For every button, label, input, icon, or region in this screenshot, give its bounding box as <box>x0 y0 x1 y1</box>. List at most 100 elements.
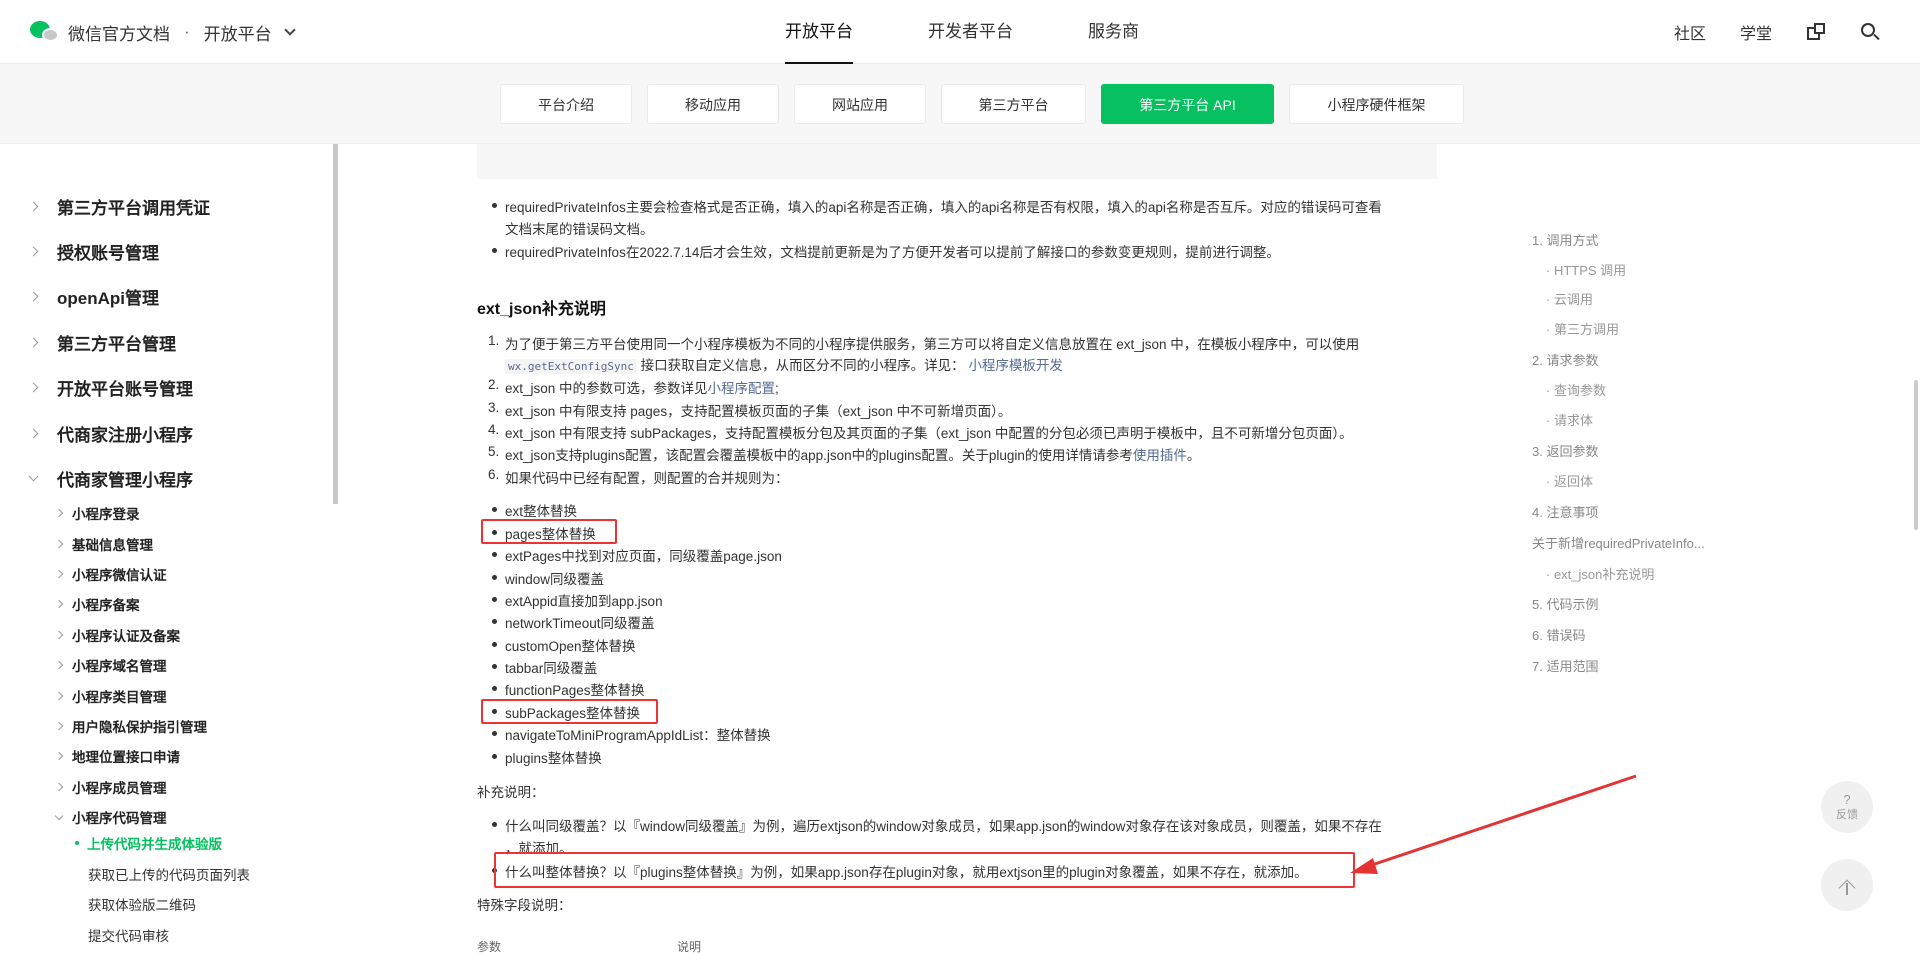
tab-website-app[interactable]: 网站应用 <box>794 84 926 124</box>
sidebar-item-auth-accounts[interactable]: 授权账号管理 <box>28 239 159 263</box>
ordered-num: 4. <box>488 422 500 437</box>
sidebar-leaf[interactable]: 获取体验版二维码 <box>88 894 196 914</box>
chevron-right-icon <box>54 782 64 792</box>
sidebar-item-register-miniprogram[interactable]: 代商家注册小程序 <box>28 421 193 445</box>
annotation-box-pages <box>481 519 617 544</box>
question-icon: ? <box>1843 791 1851 807</box>
ordered-item-1-cont: wx.getExtConfigSync 接口获取自定义信息，从而区分不同的小程序… <box>505 354 1063 374</box>
use-plugin-link[interactable]: 使用插件 <box>1133 448 1187 463</box>
annotation-box-overwrite <box>494 852 1355 888</box>
chevron-right-icon <box>54 660 64 670</box>
platform-switch[interactable]: 开放平台 <box>204 20 272 45</box>
sub-navbar: 平台介绍 移动应用 网站应用 第三方平台 第三方平台 API 小程序硬件框架 <box>0 64 1920 144</box>
sidebar-subitem[interactable]: 小程序成员管理 <box>54 777 167 797</box>
chevron-right-icon <box>54 539 64 549</box>
note-item-cont: 文档末尾的错误码文档。 <box>505 222 654 237</box>
ordered-item-6: 如果代码中已经有配置，则配置的合并规则为： <box>505 471 789 486</box>
supplement-label: 补充说明： <box>477 785 545 800</box>
sidebar-subitem-code-manage[interactable]: 小程序代码管理 <box>54 807 167 827</box>
sidebar-item-manage-miniprogram[interactable]: 代商家管理小程序 <box>28 466 193 490</box>
rule-item: networkTimeout同级覆盖 <box>492 612 655 632</box>
wechat-logo-icon <box>30 19 60 45</box>
nav-developer-platform[interactable]: 开发者平台 <box>913 0 1028 64</box>
back-to-top-button[interactable] <box>1821 859 1873 911</box>
tab-third-party-api[interactable]: 第三方平台 API <box>1101 84 1274 124</box>
brand-separator: · <box>184 22 190 41</box>
sub-tabs: 平台介绍 移动应用 网站应用 第三方平台 第三方平台 API 小程序硬件框架 <box>500 84 1464 124</box>
sidebar-subitem[interactable]: 地理位置接口申请 <box>54 746 180 766</box>
sidebar-subitem[interactable]: 小程序类目管理 <box>54 686 167 706</box>
toc-entry[interactable]: · 返回体 <box>1546 471 1593 490</box>
search-icon[interactable] <box>1860 22 1880 42</box>
table-header-desc: 说明 <box>677 940 702 953</box>
chevron-right-icon <box>28 428 39 438</box>
sidebar-item-credentials[interactable]: 第三方平台调用凭证 <box>28 194 210 218</box>
academy-link[interactable]: 学堂 <box>1740 20 1772 44</box>
ordered-num: 3. <box>488 400 500 415</box>
toc-entry[interactable]: · HTTPS 调用 <box>1546 260 1626 279</box>
ordered-item-5: ext_json支持plugins配置，该配置会覆盖模板中的app.json中的… <box>505 448 1201 463</box>
toc-entry[interactable]: · 云调用 <box>1546 289 1593 308</box>
note-item: requiredPrivateInfos在2022.7.14后才会生效，文档提前… <box>492 241 1280 261</box>
community-link[interactable]: 社区 <box>1674 20 1706 44</box>
chevron-down-icon[interactable] <box>284 24 296 36</box>
top-right-actions: 社区 学堂 <box>1674 0 1880 64</box>
miniprogram-config-link[interactable]: 小程序配置 <box>708 381 776 396</box>
sidebar-subitem[interactable]: 小程序微信认证 <box>54 564 167 584</box>
sidebar-subitem[interactable]: 基础信息管理 <box>54 534 153 554</box>
sidebar-leaf[interactable]: 获取已上传的代码页面列表 <box>88 864 250 884</box>
toc-entry[interactable]: 7. 适用范围 <box>1532 656 1598 675</box>
rule-item: ext整体替换 <box>491 500 577 520</box>
chevron-right-icon <box>28 337 39 347</box>
tab-platform-intro[interactable]: 平台介绍 <box>500 84 632 124</box>
sidebar-subitem[interactable]: 小程序域名管理 <box>54 655 167 675</box>
toc-entry[interactable]: 3. 返回参数 <box>1532 441 1598 460</box>
chevron-right-icon <box>54 508 64 518</box>
ordered-num: 2. <box>488 377 500 392</box>
page-scrollbar[interactable] <box>1914 380 1918 530</box>
supplement-item: 什么叫同级覆盖？以『window同级覆盖』为例，遍历extjson的window… <box>492 815 1382 835</box>
inline-code: wx.getExtConfigSync <box>505 359 637 374</box>
external-tools-icon[interactable] <box>1806 22 1826 42</box>
ordered-item-2: ext_json 中的参数可选，参数详见小程序配置; <box>505 381 779 396</box>
sidebar-subitem[interactable]: 小程序备案 <box>54 594 140 614</box>
rule-item: extPages中找到对应页面，同级覆盖page.json <box>492 545 782 565</box>
sidebar-item-account-manage[interactable]: 开放平台账号管理 <box>28 375 193 399</box>
toc-entry[interactable]: 关于新增requiredPrivateInfo... <box>1532 533 1705 552</box>
tab-mobile-app[interactable]: 移动应用 <box>647 84 779 124</box>
ordered-item-1: 为了便于第三方平台使用同一个小程序模板为不同的小程序提供服务，第三方可以将自定义… <box>505 337 1360 352</box>
code-block-end <box>477 144 1437 179</box>
chevron-right-icon <box>54 751 64 761</box>
ordered-num: 1. <box>488 333 500 348</box>
toc-entry[interactable]: · 查询参数 <box>1546 380 1606 399</box>
chevron-down-icon <box>28 471 39 481</box>
sidebar-leaf[interactable]: 提交代码审核 <box>88 925 169 945</box>
toc-entry[interactable]: · 第三方调用 <box>1546 319 1619 338</box>
template-dev-link[interactable]: 小程序模板开发 <box>968 358 1063 373</box>
special-label: 特殊字段说明： <box>477 898 572 913</box>
toc-entry[interactable]: 6. 错误码 <box>1532 625 1585 644</box>
nav-open-platform[interactable]: 开放平台 <box>770 0 868 64</box>
sidebar-scrollbar[interactable] <box>333 144 338 504</box>
sidebar-item-active[interactable]: 上传代码并生成体验版 <box>75 833 222 853</box>
toc-entry[interactable]: 5. 代码示例 <box>1532 594 1598 613</box>
toc-entry[interactable]: · 请求体 <box>1546 410 1593 429</box>
rule-item: tabbar同级覆盖 <box>491 657 597 677</box>
feedback-button[interactable]: ? 反馈 <box>1821 781 1873 833</box>
chevron-right-icon <box>54 691 64 701</box>
sidebar-item-openapi[interactable]: openApi管理 <box>28 284 159 308</box>
ordered-num: 5. <box>488 444 500 459</box>
sidebar-subitem[interactable]: 小程序认证及备案 <box>54 625 180 645</box>
toc-entry[interactable]: 2. 请求参数 <box>1532 350 1598 369</box>
tab-third-party[interactable]: 第三方平台 <box>941 84 1086 124</box>
toc-entry[interactable]: 1. 调用方式 <box>1532 230 1598 249</box>
sidebar-subitem[interactable]: 用户隐私保护指引管理 <box>54 716 207 736</box>
sidebar-item-platform-manage[interactable]: 第三方平台管理 <box>28 330 176 354</box>
toc-entry-active[interactable]: · ext_json补充说明 <box>1546 564 1654 583</box>
nav-service-provider[interactable]: 服务商 <box>1073 0 1154 64</box>
tab-hardware-framework[interactable]: 小程序硬件框架 <box>1289 84 1464 124</box>
rule-item: customOpen整体替换 <box>492 635 636 655</box>
toc-entry[interactable]: 4. 注意事项 <box>1532 502 1598 521</box>
sidebar-subitem[interactable]: 小程序登录 <box>54 503 140 523</box>
brand[interactable]: 微信官方文档 · 开放平台 <box>30 18 296 46</box>
